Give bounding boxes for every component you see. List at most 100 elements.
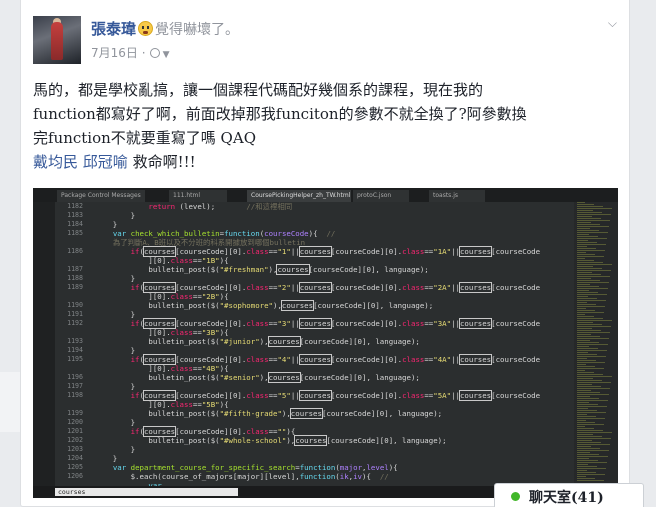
minimap-line [577,254,595,255]
minimap-line [577,202,585,203]
minimap-line [577,420,586,421]
code-line: } [95,454,118,463]
minimap-line [577,214,611,215]
author-name[interactable]: 張泰瑋 [91,20,136,38]
code-line: bulletin_post($("#fifth-grade"),courses[… [95,408,443,419]
line-number: 1199 [67,409,83,417]
minimap-line [577,416,596,417]
minimap-line [577,266,593,267]
minimap-line [577,396,590,397]
line-number: 1205 [67,463,83,471]
minimap-line [577,372,594,373]
minimap-line [577,366,595,367]
minimap-line [577,342,599,343]
code-screenshot[interactable]: Package Control Messages 111.html Course… [33,188,618,498]
post-line: 完function不就要重寫了嗎 QAQ [33,129,256,147]
minimap-line [577,382,611,383]
minimap-line [577,378,593,379]
minimap-line [577,300,606,301]
minimap-line [577,450,609,451]
find-input[interactable]: courses [55,488,238,496]
minimap-line [577,236,598,237]
code-line: } [95,346,136,355]
minimap-line [577,284,590,285]
line-number: 1186 [67,247,83,255]
minimap-line [577,428,594,429]
editor-tab: Package Control Messages [57,190,145,202]
chat-tab[interactable]: 聊天室(41) [494,483,644,507]
minimap-line [577,390,591,391]
minimap-line [577,454,599,455]
minimap-line [577,272,592,273]
audience-chevron-down-icon[interactable]: ▼ [163,50,170,60]
minimap-line [577,368,604,369]
minimap-line [577,460,598,461]
audience-globe-icon[interactable] [149,48,160,58]
line-number: 1182 [67,202,83,210]
minimap-line [577,274,601,275]
minimap-line [577,322,593,323]
minimap-line [577,466,597,467]
minimap-line [577,302,587,303]
minimap-line [577,474,605,475]
line-number: 1198 [67,391,83,399]
minimap-line [577,354,597,355]
minimap-line [577,232,608,233]
minimap-line [577,376,612,377]
code-line: if(courses[courseCode][0].class=="3"||co… [130,318,541,329]
line-number: 1187 [67,265,83,273]
line-number: 1195 [67,355,83,363]
line-number: 1204 [67,454,83,462]
minimap-line [577,238,607,239]
tagged-user-link[interactable]: 戴均民 [33,153,78,171]
code-line: if(courses[courseCode][0].class==""){ [130,426,296,437]
code-line: if(courses[courseCode][0].class=="4"||co… [130,354,541,365]
minimap-line [577,280,600,281]
minimap-line [577,222,591,223]
post-options-chevron-icon[interactable]: ⌵ [608,16,617,31]
minimap-line [577,456,608,457]
minimap-line [577,260,594,261]
code-minimap[interactable] [574,202,618,486]
minimap-line [577,392,600,393]
minimap-line [577,234,589,235]
post-line: 馬的，都是學校亂搞，讓一個課程代碼配好幾個系的課程，現在我的 [33,81,484,99]
editor-tab-active: CoursePickingHelper_zh_TW.html [247,190,351,202]
line-number: 1191 [67,310,83,318]
minimap-line [577,406,607,407]
online-status-dot-icon [511,492,520,501]
minimap-line [577,400,608,401]
minimap-line [577,418,605,419]
minimap-line [577,384,592,385]
author-avatar[interactable] [33,16,81,64]
minimap-line [577,394,609,395]
line-number: 1202 [67,436,83,444]
editor-tab: 111.html [169,190,227,202]
minimap-line [577,276,610,277]
code-area: return (level); //和這裡相同 } } var check_wh… [95,202,574,490]
minimap-line [577,278,591,279]
code-line: bulletin_post($("#freshman"),courses[cou… [95,264,429,275]
minimap-line [577,210,593,211]
post-header: 張泰瑋 覺得嚇壞了。 [91,18,239,39]
post-body: 馬的，都是學校亂搞，讓一個課程代碼配好幾個系的課程，現在我的 function都… [33,78,618,174]
code-line: bulletin_post($("#junior"),courses[cours… [95,336,420,347]
minimap-line [577,480,604,481]
minimap-line [577,370,585,371]
minimap-line [577,458,589,459]
tagged-user-link[interactable]: 邱冠喻 [83,153,128,171]
post-date[interactable]: 7月16日 [91,46,138,60]
code-line: ][0].class=="4B"){ [95,364,229,373]
code-line: ][0].class=="2B"){ [95,292,229,301]
code-line: return (level); //和這裡相同 [148,202,293,211]
minimap-line [577,282,609,283]
minimap-line [577,294,607,295]
chat-tab-label: 聊天室(41) [529,490,604,506]
minimap-line [577,204,594,205]
minimap-line [577,402,589,403]
line-number: 1201 [67,427,83,435]
minimap-line [577,256,604,257]
minimap-line [577,444,610,445]
minimap-line [577,246,587,247]
minimap-line [577,344,608,345]
